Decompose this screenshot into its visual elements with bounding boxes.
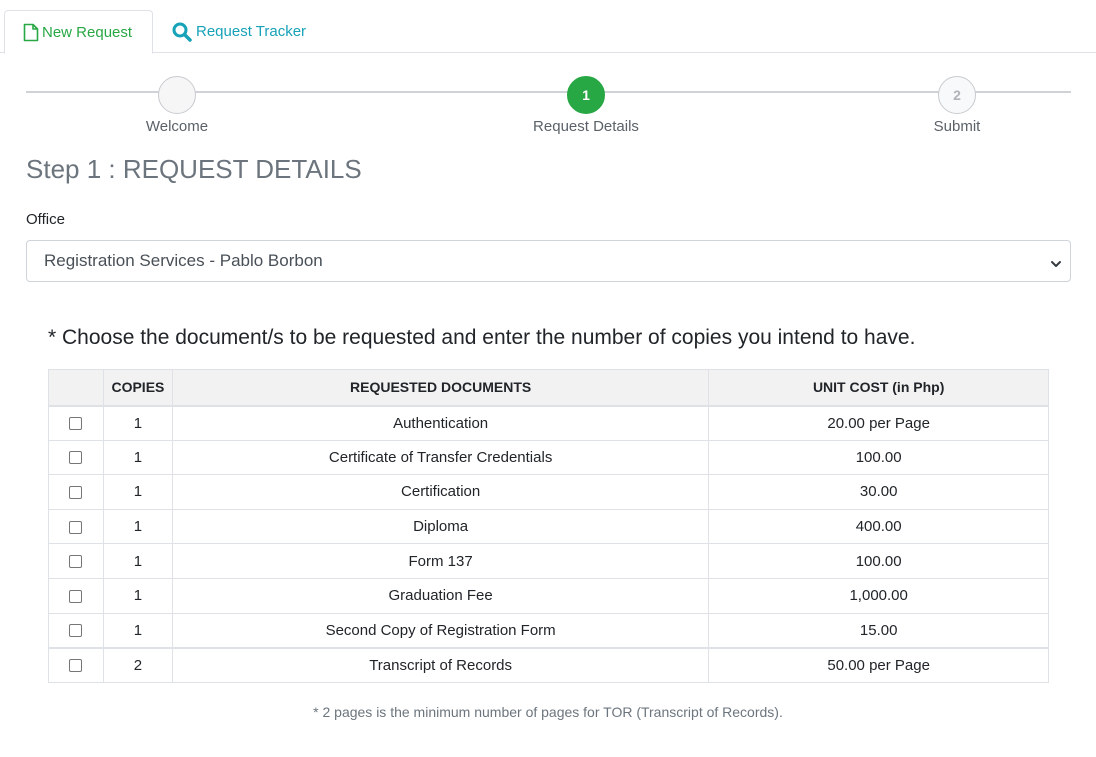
row-checkbox[interactable]	[69, 417, 83, 431]
header-requested-documents: REQUESTED DOCUMENTS	[171, 369, 710, 407]
cost-cell: 400.00	[708, 508, 1049, 545]
table-row: 1 Form 137 100.00	[48, 543, 1049, 579]
copies-cell[interactable]: 1	[102, 612, 173, 649]
copies-cell[interactable]: 1	[102, 577, 173, 614]
cost-cell: 30.00	[708, 474, 1049, 510]
header-copies: COPIES	[102, 369, 173, 407]
row-checkbox[interactable]	[69, 589, 83, 603]
copies-cell[interactable]: 1	[102, 439, 173, 476]
instruction-text: * Choose the document/s to be requested …	[48, 326, 916, 349]
step-submit-label: Submit	[933, 118, 981, 135]
copies-cell[interactable]: 1	[102, 474, 173, 510]
step-welcome-circle	[158, 76, 196, 114]
office-select-value: Registration Services - Pablo Borbon	[44, 251, 323, 270]
step-welcome-label: Welcome	[145, 118, 209, 135]
search-icon	[171, 21, 193, 43]
copies-cell[interactable]: 1	[102, 543, 173, 579]
tab-request-tracker[interactable]: Request Tracker	[171, 10, 306, 53]
cost-cell: 100.00	[708, 543, 1049, 579]
cost-cell: 1,000.00	[708, 577, 1049, 614]
row-checkbox[interactable]	[69, 624, 83, 638]
document-cell: Second Copy of Registration Form	[171, 612, 710, 649]
document-cell: Certification	[171, 474, 710, 510]
table-header-row: COPIES REQUESTED DOCUMENTS UNIT COST (in…	[48, 369, 1049, 407]
tab-new-request-label: New Request	[42, 23, 133, 41]
step-request-details-label: Request Details	[533, 118, 639, 135]
document-cell: Form 137	[171, 543, 710, 579]
tor-footnote: * 2 pages is the minimum number of pages…	[313, 704, 783, 720]
row-checkbox[interactable]	[69, 659, 83, 673]
table-row: 1 Authentication 20.00 per Page	[48, 405, 1049, 441]
header-unit-cost: UNIT COST (in Php)	[708, 369, 1049, 407]
copies-cell[interactable]: 1	[102, 405, 173, 441]
document-cell: Authentication	[171, 405, 710, 441]
step-request-details-circle: 1	[567, 76, 605, 114]
table-row: 2 Transcript of Records 50.00 per Page	[48, 646, 1049, 683]
table-row: 1 Certification 30.00	[48, 474, 1049, 510]
copies-cell[interactable]: 2	[102, 646, 173, 683]
document-cell: Graduation Fee	[171, 577, 710, 614]
row-checkbox[interactable]	[69, 520, 83, 534]
cost-cell: 50.00 per Page	[708, 646, 1049, 683]
cost-cell: 100.00	[708, 439, 1049, 476]
table-row: 1 Diploma 400.00	[48, 508, 1049, 545]
cost-cell: 15.00	[708, 612, 1049, 649]
step-submit-circle: 2	[938, 76, 976, 114]
table-row: 1 Certificate of Transfer Credentials 10…	[48, 439, 1049, 476]
document-cell: Certificate of Transfer Credentials	[171, 439, 710, 476]
office-select[interactable]: Registration Services - Pablo Borbon	[26, 240, 1071, 282]
header-select	[48, 369, 104, 407]
chevron-down-icon	[1050, 255, 1062, 267]
row-checkbox[interactable]	[69, 555, 83, 569]
office-label: Office	[26, 211, 65, 228]
tab-request-tracker-label: Request Tracker	[196, 23, 307, 40]
row-checkbox[interactable]	[69, 486, 83, 500]
cost-cell: 20.00 per Page	[708, 405, 1049, 441]
table-row: 1 Second Copy of Registration Form 15.00	[48, 612, 1049, 649]
copies-cell[interactable]: 1	[102, 508, 173, 545]
row-checkbox[interactable]	[69, 451, 83, 465]
file-icon	[23, 23, 39, 42]
tab-bar: New Request Request Tracker	[0, 0, 1096, 54]
document-cell: Transcript of Records	[171, 646, 710, 683]
documents-table: COPIES REQUESTED DOCUMENTS UNIT COST (in…	[48, 369, 1049, 683]
document-cell: Diploma	[171, 508, 710, 545]
page-title: Step 1 : REQUEST DETAILS	[26, 154, 362, 184]
tab-new-request[interactable]: New Request	[4, 10, 153, 54]
table-row: 1 Graduation Fee 1,000.00	[48, 577, 1049, 614]
